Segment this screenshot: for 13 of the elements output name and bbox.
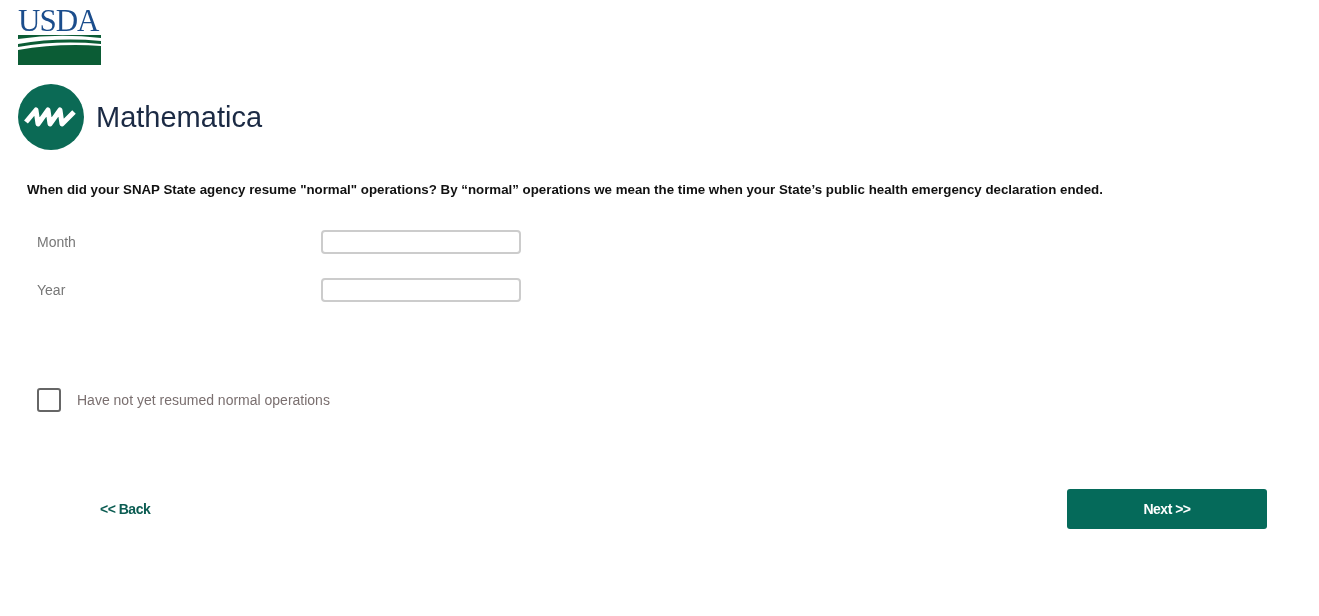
checkbox-label[interactable]: Have not yet resumed normal operations <box>77 392 330 408</box>
question-text: When did your SNAP State agency resume "normal" operations? By “normal” operations we mean the time when your State’s public health emergency declaration ended. <box>27 182 1104 197</box>
input-field[interactable] <box>321 230 521 254</box>
next-button[interactable]: Next >> <box>1067 489 1267 529</box>
logo-text: USDA <box>18 8 100 34</box>
logo-icon <box>18 84 84 150</box>
field-label: Year <box>37 282 67 298</box>
checkbox[interactable] <box>37 388 61 412</box>
input-field[interactable] <box>321 278 521 302</box>
back-link[interactable]: << Back <box>100 501 151 517</box>
logo-text: Mathematica <box>96 100 262 134</box>
fields-icon <box>18 35 101 65</box>
field-label: Month <box>37 234 77 250</box>
